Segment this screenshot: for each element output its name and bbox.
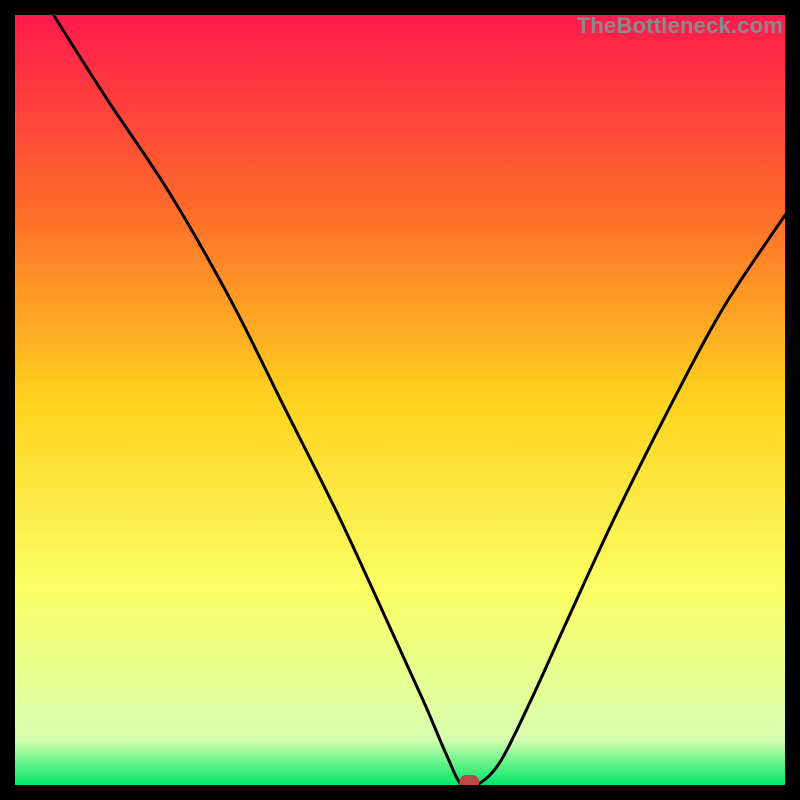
chart-frame: TheBottleneck.com	[15, 15, 785, 785]
bottleneck-chart	[15, 15, 785, 785]
gradient-background	[15, 15, 785, 785]
optimal-marker	[459, 775, 479, 785]
watermark-text: TheBottleneck.com	[577, 13, 783, 39]
